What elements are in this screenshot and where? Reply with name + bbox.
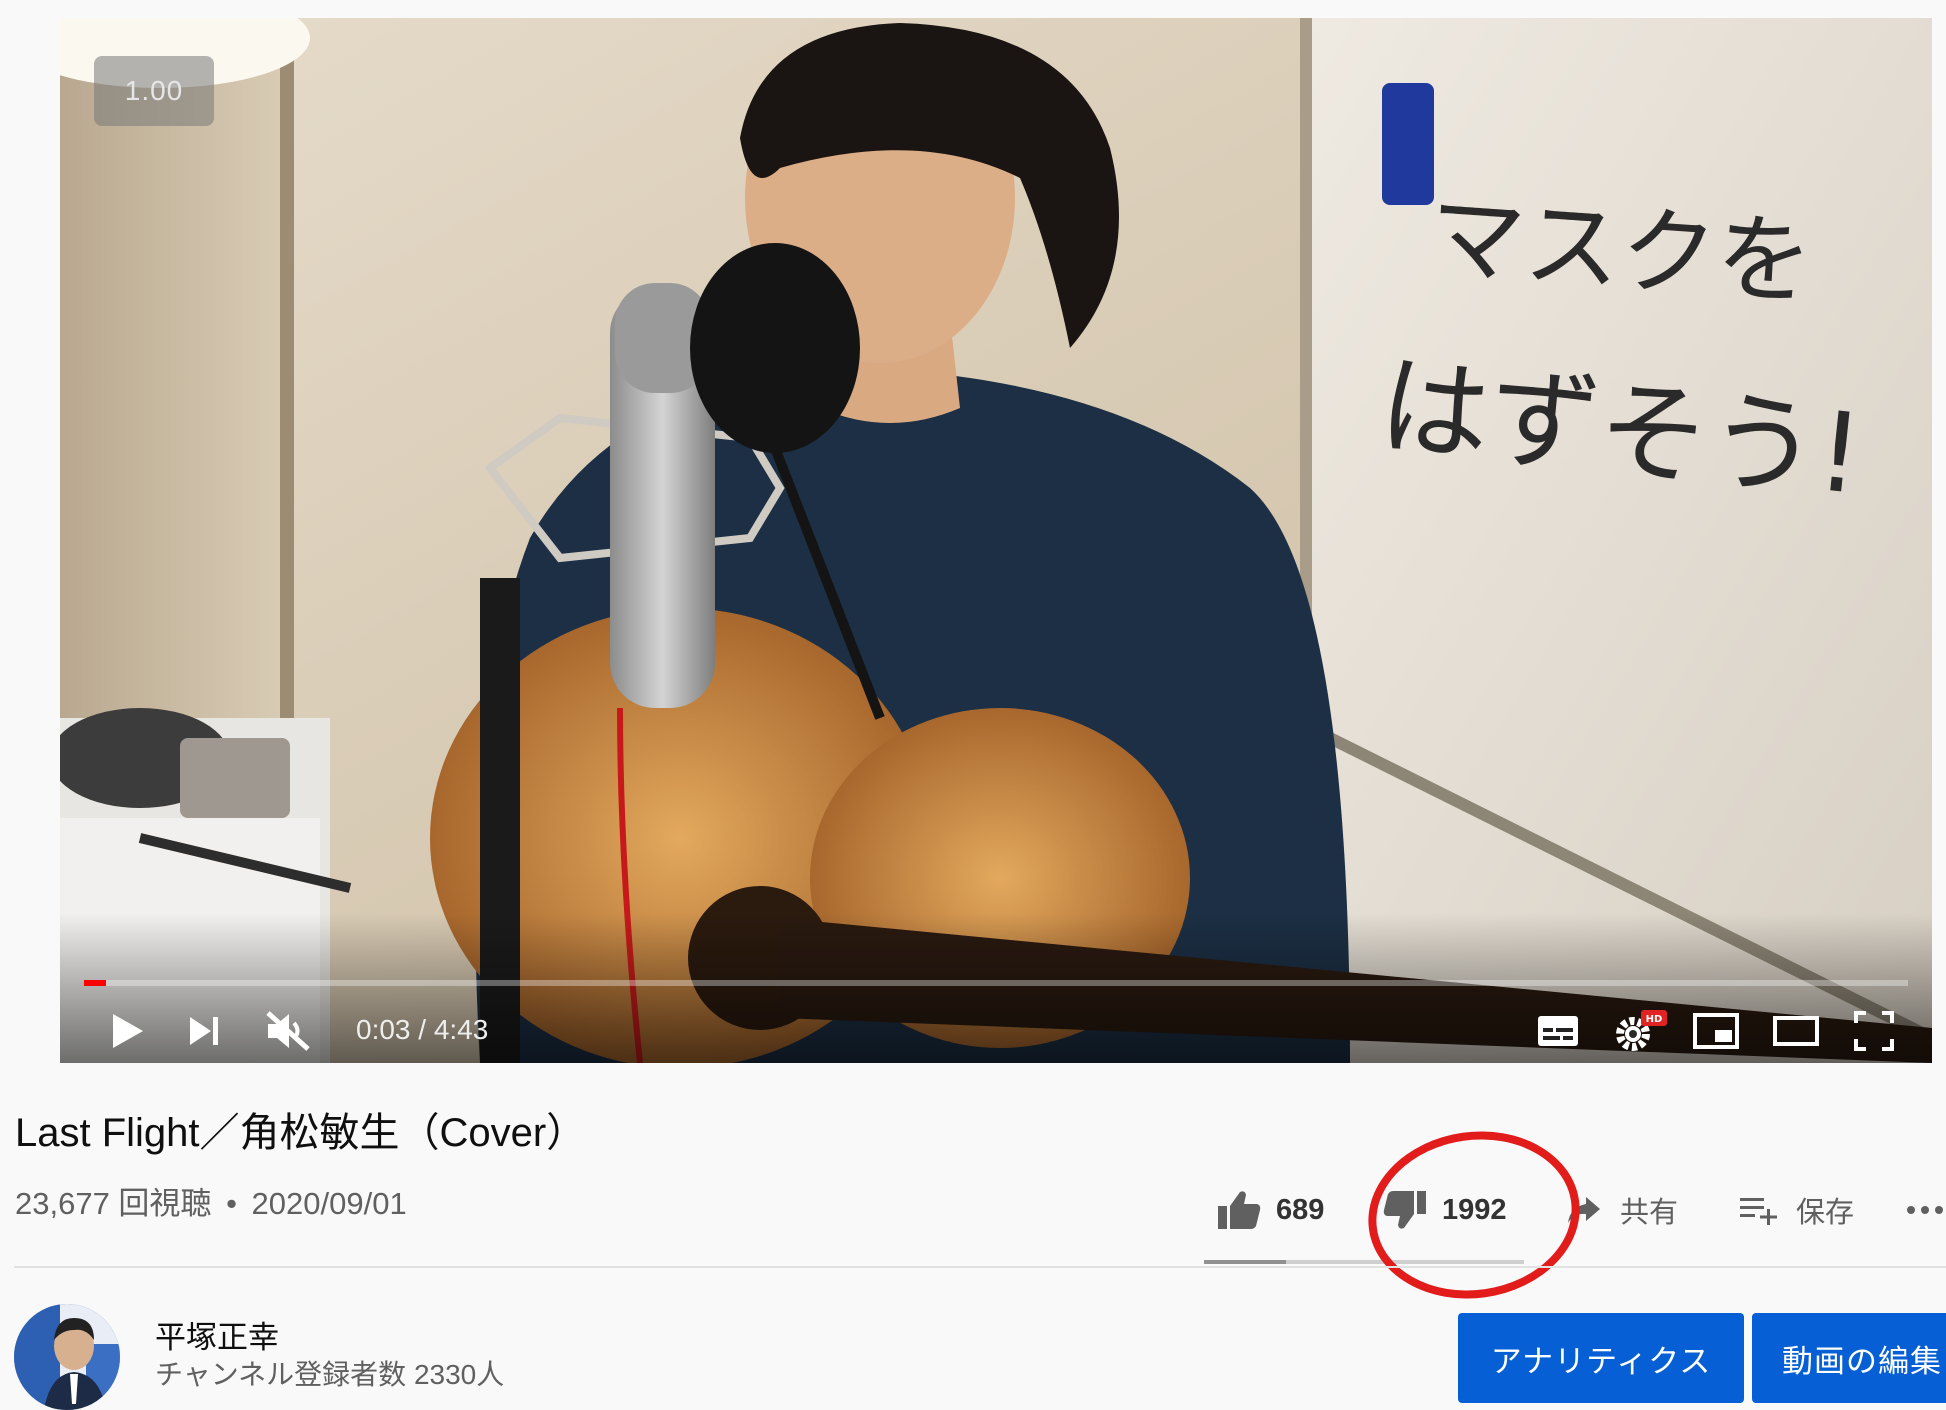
progress-fill [84, 980, 106, 986]
play-icon [113, 1014, 143, 1048]
mute-icon [266, 1011, 310, 1051]
save-label: 保存 [1796, 1197, 1855, 1229]
edit-video-button[interactable]: 動画の編集 [1752, 1313, 1946, 1403]
progress-bar[interactable] [84, 980, 1908, 986]
video-meta: 23,677 回視聴 • 2020/09/01 [15, 1182, 407, 1226]
avatar[interactable] [14, 1304, 120, 1410]
analytics-button[interactable]: アナリティクス [1458, 1313, 1744, 1403]
annotation-circle [1357, 1118, 1591, 1312]
divider [14, 1266, 1946, 1268]
like-button[interactable]: 689 [1216, 1174, 1324, 1246]
upload-date: 2020/09/01 [251, 1186, 407, 1221]
channel-name[interactable]: 平塚正幸 [155, 1318, 279, 1358]
more-actions-button[interactable] [1906, 1174, 1946, 1246]
svg-text:HD: HD [1646, 1014, 1663, 1025]
miniplayer-icon [1693, 1013, 1739, 1049]
settings-button[interactable]: HD [1608, 1003, 1674, 1059]
thumbs-up-icon [1218, 1191, 1261, 1229]
share-label: 共有 [1620, 1197, 1679, 1229]
add-to-playlist-icon [1740, 1198, 1777, 1225]
settings-hd-icon: HD [1616, 1010, 1667, 1051]
miniplayer-button[interactable] [1686, 1003, 1746, 1059]
save-button[interactable]: 保存 [1738, 1174, 1854, 1246]
subtitles-button[interactable] [1528, 1003, 1588, 1059]
share-button[interactable]: 共有 [1566, 1174, 1678, 1246]
theater-mode-button[interactable] [1766, 1003, 1826, 1059]
time-readout: 0:03 / 4:43 [356, 1014, 489, 1045]
mute-button[interactable] [258, 1003, 318, 1059]
video-title: Last Flight／角松敏生（Cover） [15, 1111, 587, 1155]
theater-mode-icon [1773, 1016, 1819, 1046]
video-frame: マスクを はずそう! [60, 18, 1932, 1063]
fullscreen-icon [1854, 1011, 1894, 1051]
sentiment-like-fill [1204, 1260, 1287, 1264]
play-button[interactable] [100, 1003, 156, 1059]
fullscreen-button[interactable] [1844, 1003, 1904, 1059]
next-button[interactable] [176, 1003, 232, 1059]
avatar-image [14, 1304, 120, 1410]
subscriber-count: チャンネル登録者数 2330人 [155, 1359, 505, 1390]
more-icon [1907, 1206, 1943, 1214]
subtitles-icon [1538, 1016, 1578, 1046]
video-player[interactable]: マスクを はずそう! 1.00 0:03 / 4:43 HD [60, 18, 1932, 1063]
next-icon [190, 1017, 218, 1045]
playback-speed-badge: 1.00 [94, 56, 214, 126]
like-count: 689 [1276, 1193, 1325, 1226]
meta-separator: • [226, 1186, 237, 1221]
view-count: 23,677 回視聴 [15, 1186, 212, 1221]
